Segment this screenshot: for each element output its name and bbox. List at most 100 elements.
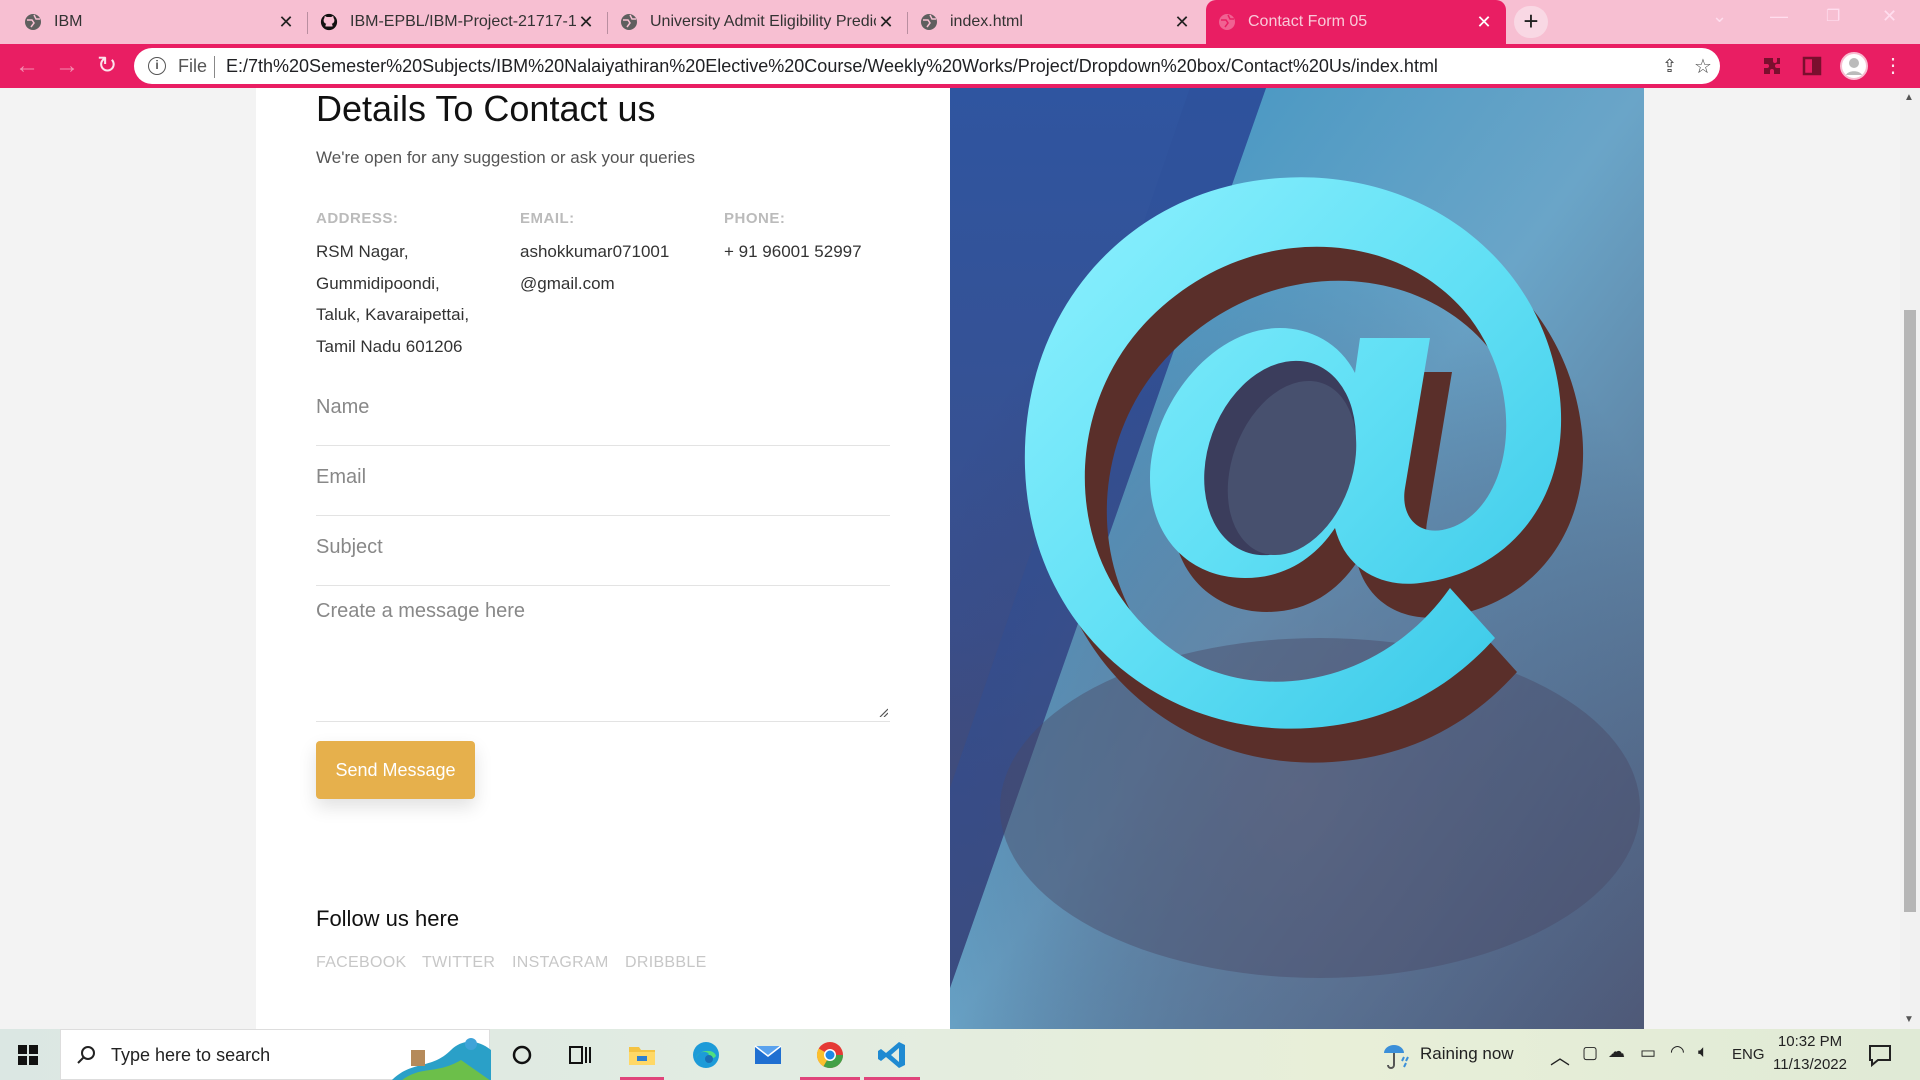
social-link-dribbble[interactable]: DRIBBBLE xyxy=(625,954,707,972)
tab-contact-form[interactable]: Contact Form 05 ✕ xyxy=(1206,0,1506,44)
social-link-instagram[interactable]: INSTAGRAM xyxy=(512,954,609,972)
clock-time: 10:32 PM xyxy=(1777,1033,1843,1050)
minimize-icon[interactable]: — xyxy=(1770,6,1788,27)
email-line: ashokkumar071001 xyxy=(520,242,670,261)
cortana-icon[interactable] xyxy=(506,1039,538,1071)
email-text: ashokkumar071001 @gmail.com xyxy=(520,236,669,299)
file-explorer-icon[interactable] xyxy=(626,1039,658,1071)
address-url[interactable]: E:/7th%20Semester%20Subjects/IBM%20Nalai… xyxy=(226,56,1438,77)
phone-text: + 91 96001 52997 xyxy=(724,242,862,261)
send-message-button[interactable]: Send Message xyxy=(316,741,475,799)
address-bar[interactable]: i File E:/7th%20Semester%20Subjects/IBM%… xyxy=(134,48,1720,84)
tab-search-icon[interactable]: ⌄ xyxy=(1712,6,1727,27)
back-icon[interactable]: ← xyxy=(14,53,40,79)
close-icon[interactable]: ✕ xyxy=(276,12,296,33)
close-icon[interactable]: ✕ xyxy=(1474,12,1494,33)
info-icon[interactable]: i xyxy=(148,57,166,75)
scroll-up-icon[interactable]: ▲ xyxy=(1904,92,1914,103)
menu-icon[interactable]: ⋮ xyxy=(1880,53,1906,79)
weather-text[interactable]: Raining now xyxy=(1420,1044,1514,1064)
message-field xyxy=(316,600,890,722)
wifi-icon[interactable]: ◠ xyxy=(1670,1042,1685,1062)
bookmark-star-icon[interactable]: ☆ xyxy=(1694,54,1712,79)
weather-rain-icon[interactable] xyxy=(1380,1039,1412,1071)
share-icon[interactable]: ⇪ xyxy=(1662,56,1677,77)
scrollbar-thumb[interactable] xyxy=(1904,310,1916,912)
globe-icon xyxy=(620,13,638,31)
search-icon xyxy=(75,1044,97,1071)
windows-start-icon[interactable] xyxy=(14,1041,42,1069)
search-highlight-illustration xyxy=(391,1030,491,1080)
tab-index-html[interactable]: index.html ✕ xyxy=(908,4,1204,40)
tab-strip: IBM ✕ IBM-EPBL/IBM-Project-21717-16 ✕ Un… xyxy=(0,0,1920,44)
taskbar-search-box[interactable]: Type here to search xyxy=(60,1029,491,1080)
task-view-icon[interactable] xyxy=(564,1039,596,1071)
address-text: RSM Nagar, Gummidipoondi, Taluk, Kavarai… xyxy=(316,236,469,362)
social-link-facebook[interactable]: FACEBOOK xyxy=(316,954,406,972)
page-scrollbar[interactable]: ▲ ▼ xyxy=(1900,88,1920,1029)
notification-icon[interactable] xyxy=(1866,1041,1894,1069)
tab-label: index.html xyxy=(950,13,1023,30)
tab-github[interactable]: IBM-EPBL/IBM-Project-21717-16 ✕ xyxy=(308,4,608,40)
tab-label: IBM xyxy=(54,13,83,30)
address-divider xyxy=(214,56,215,78)
tab-ibm[interactable]: IBM ✕ xyxy=(12,4,308,40)
close-window-icon[interactable]: ✕ xyxy=(1882,6,1897,27)
address-label: ADDRESS: xyxy=(316,210,399,227)
contact-details-panel: Details To Contact us We're open for any… xyxy=(256,88,950,1029)
close-icon[interactable]: ✕ xyxy=(576,12,596,33)
subject-input[interactable] xyxy=(316,536,890,559)
close-icon[interactable]: ✕ xyxy=(1172,12,1192,33)
device-icon[interactable]: ▢ xyxy=(1582,1043,1598,1063)
globe-icon xyxy=(1218,13,1236,31)
side-panel-icon[interactable] xyxy=(1800,54,1824,78)
forward-icon[interactable]: → xyxy=(54,53,80,79)
extensions-icon[interactable] xyxy=(1760,54,1784,78)
globe-icon xyxy=(24,13,42,31)
address-line: Taluk, Kavaraipettai, xyxy=(316,305,470,324)
email-input[interactable] xyxy=(316,466,890,489)
tab-label: IBM-EPBL/IBM-Project-21717-16 xyxy=(350,13,576,30)
volume-icon[interactable]: 🔈︎ xyxy=(1698,1042,1708,1062)
name-field xyxy=(316,396,890,446)
page-title: Details To Contact us xyxy=(316,88,656,129)
battery-icon[interactable]: ▭ xyxy=(1640,1043,1656,1063)
resize-grip-icon[interactable] xyxy=(878,707,888,717)
message-textarea[interactable] xyxy=(316,600,890,710)
github-icon xyxy=(320,13,338,31)
tab-university-admit[interactable]: University Admit Eligibility Predic ✕ xyxy=(608,4,908,40)
new-tab-button[interactable]: + xyxy=(1514,6,1548,38)
address-scheme: File xyxy=(178,56,208,76)
vscode-icon[interactable] xyxy=(876,1039,908,1071)
address-line: Gummidipoondi, xyxy=(316,273,440,293)
onedrive-icon[interactable]: ☁ xyxy=(1608,1042,1625,1062)
address-line: Tamil Nadu 601206 xyxy=(316,336,463,356)
subject-field xyxy=(316,536,890,586)
scroll-down-icon[interactable]: ▼ xyxy=(1904,1014,1914,1025)
chrome-icon[interactable] xyxy=(814,1039,846,1071)
follow-title: Follow us here xyxy=(316,906,460,931)
globe-icon xyxy=(920,13,938,31)
name-input[interactable] xyxy=(316,396,890,419)
page-subtitle: We're open for any suggestion or ask you… xyxy=(316,148,696,167)
mail-icon[interactable] xyxy=(752,1039,784,1071)
profile-avatar[interactable] xyxy=(1840,52,1868,80)
clock-date: 11/13/2022 xyxy=(1773,1056,1847,1073)
clock[interactable]: 10:32 PM 11/13/2022 xyxy=(1770,1033,1850,1073)
contact-card: Details To Contact us We're open for any… xyxy=(256,88,1644,1029)
edge-icon[interactable] xyxy=(690,1039,722,1071)
at-sign-illustration xyxy=(950,88,1644,1029)
chevron-up-icon[interactable]: ︿ xyxy=(1550,1041,1570,1070)
tab-label: Contact Form 05 xyxy=(1248,13,1368,30)
restore-icon[interactable]: ❐ xyxy=(1826,6,1840,26)
address-line: RSM Nagar, xyxy=(316,242,409,261)
reload-icon[interactable]: ↻ xyxy=(94,53,120,79)
phone-label: PHONE: xyxy=(724,210,786,227)
email-label: EMAIL: xyxy=(520,210,575,227)
email-field xyxy=(316,466,890,516)
language-indicator[interactable]: ENG xyxy=(1732,1046,1765,1063)
search-placeholder: Type here to search xyxy=(111,1045,271,1065)
social-link-twitter[interactable]: TWITTER xyxy=(422,954,495,972)
close-icon[interactable]: ✕ xyxy=(876,12,896,33)
tab-label: University Admit Eligibility Predic xyxy=(650,13,876,30)
